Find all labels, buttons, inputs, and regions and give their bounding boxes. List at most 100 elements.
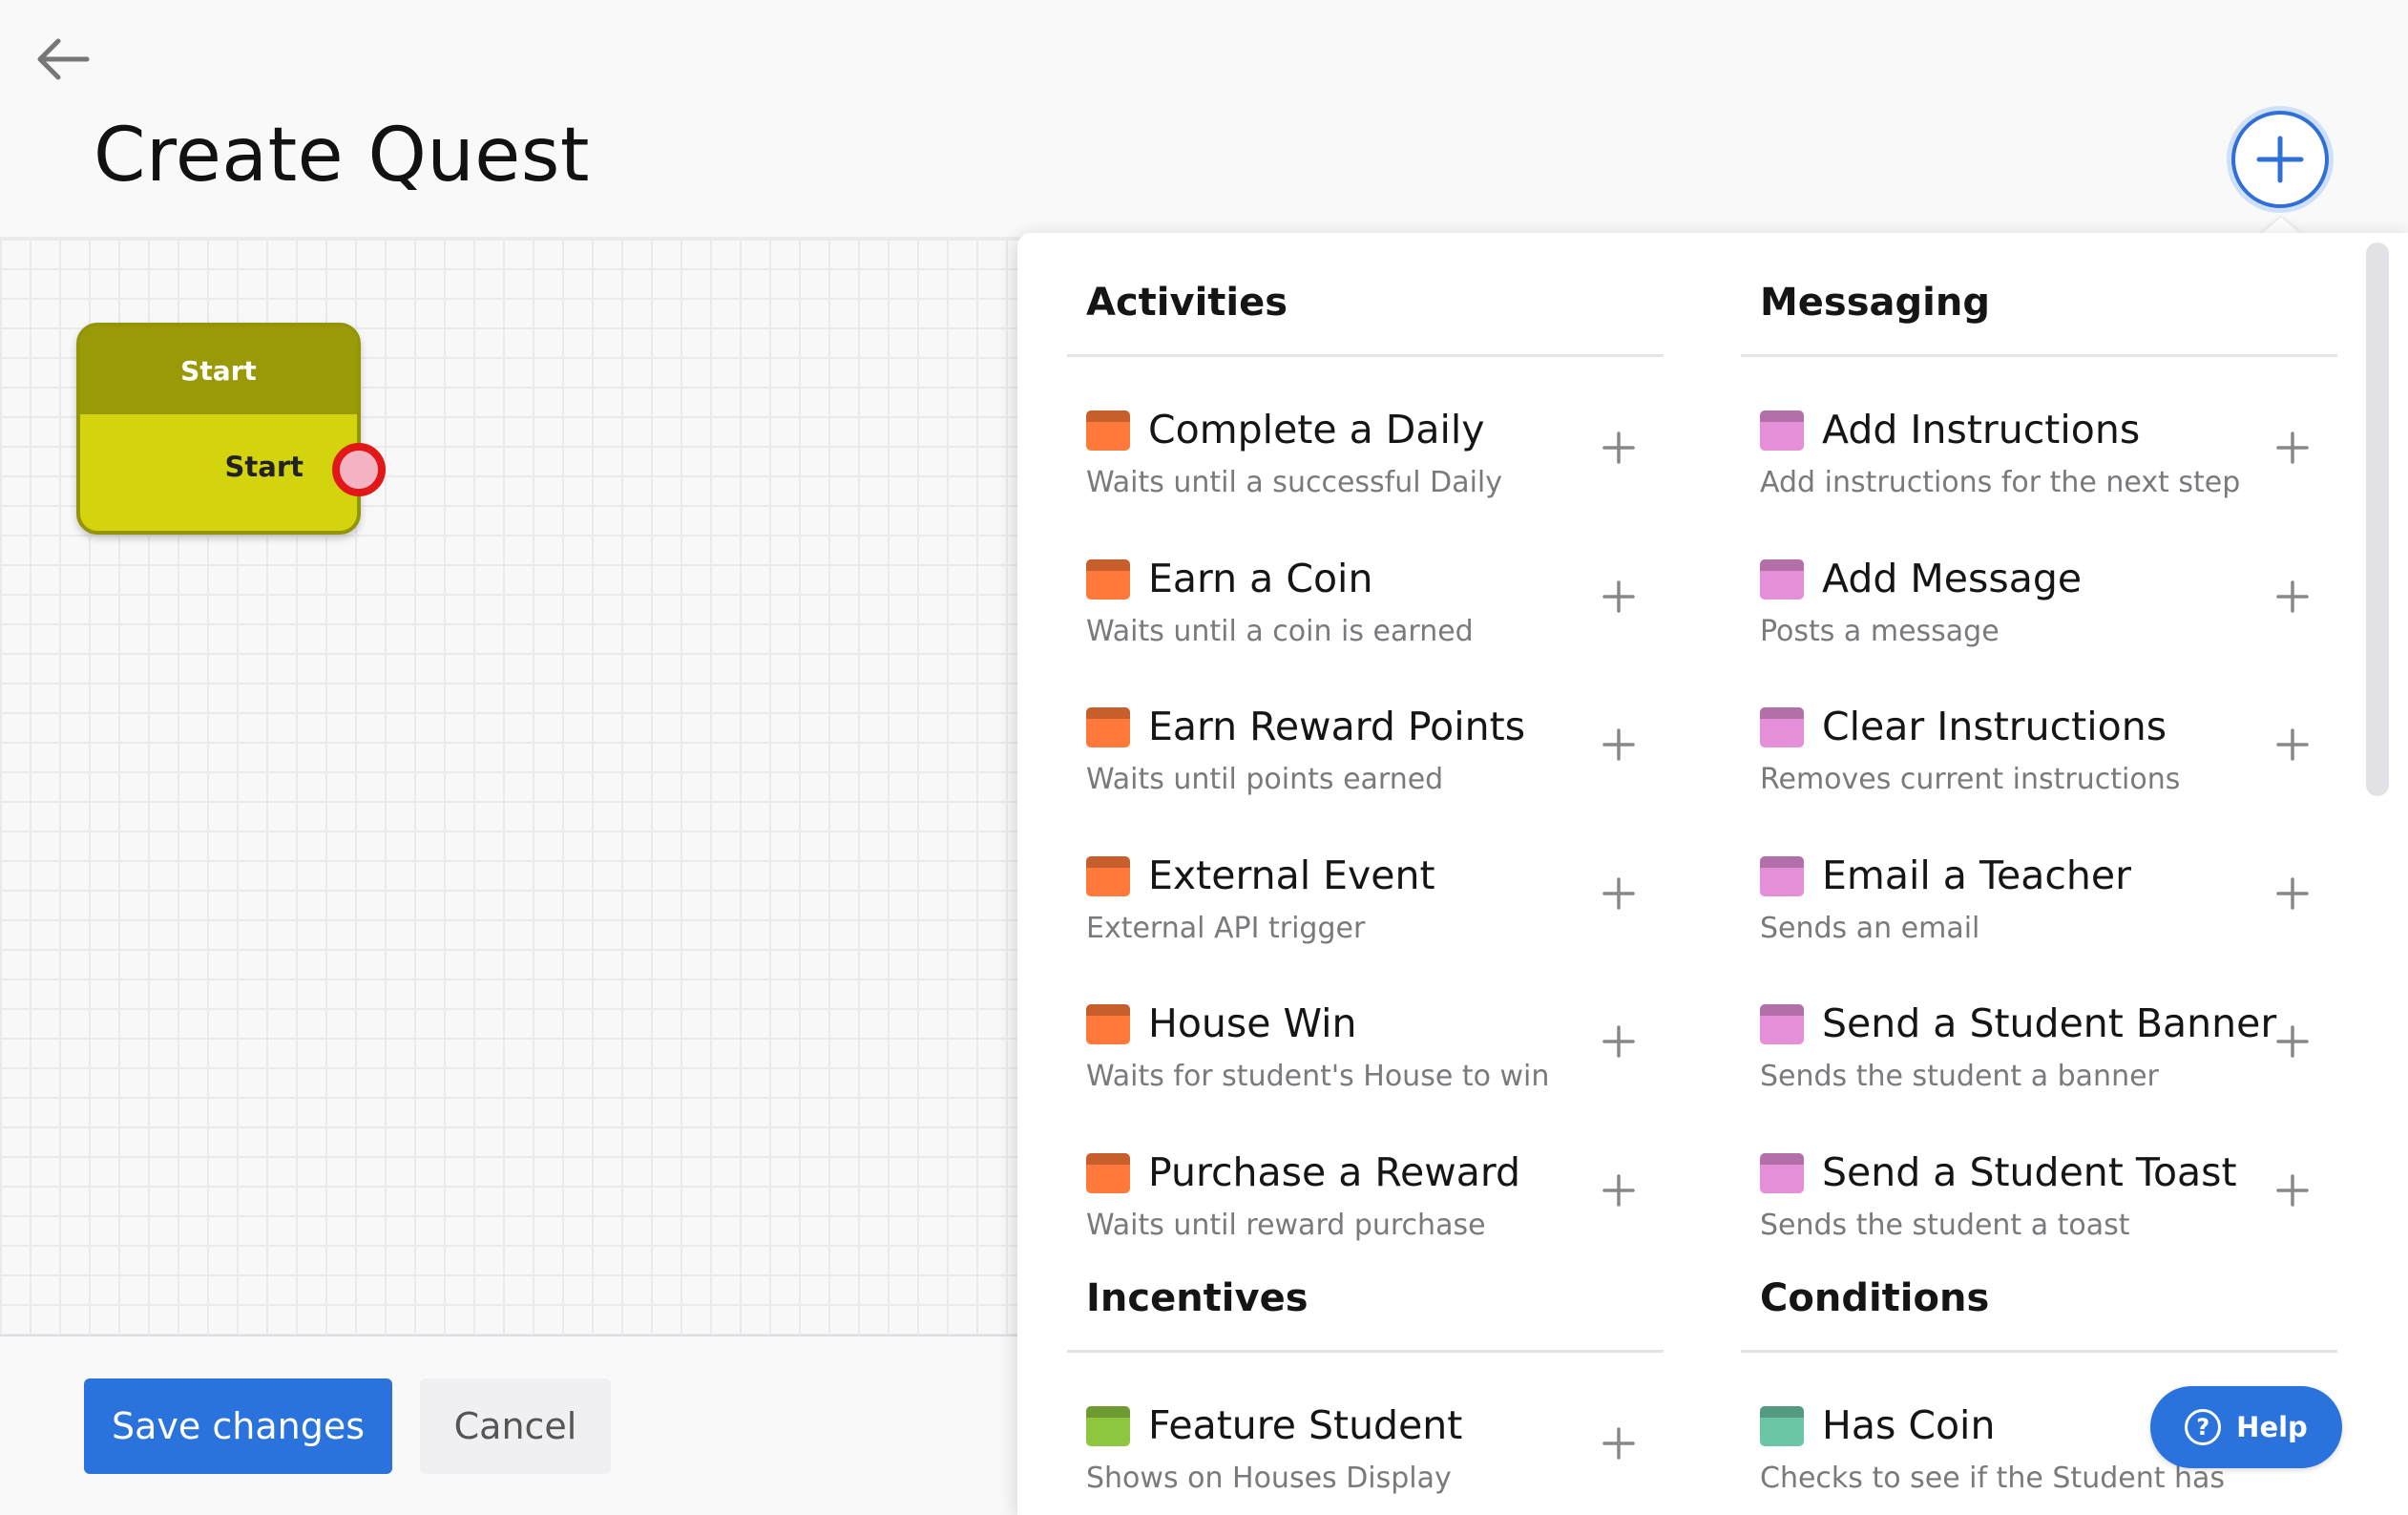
palette-item-title: Earn a Coin <box>1148 555 1373 601</box>
help-button[interactable]: ? Help <box>2150 1386 2342 1468</box>
palette-item[interactable]: External Event External API trigger <box>1067 803 1664 952</box>
add-item-button[interactable] <box>1593 719 1644 770</box>
palette-item-description: Add instructions for the next step <box>1760 466 2241 499</box>
palette-item[interactable]: Feature Student Shows on Houses Display <box>1067 1353 1664 1502</box>
category-header: Activities <box>1067 281 1664 357</box>
plus-icon <box>2276 876 2309 910</box>
node-palette-panel: Activities Complete a Daily Waits until a … <box>1017 233 2408 1515</box>
palette-item[interactable]: Send a Student Toast Sends the student a … <box>1741 1100 2337 1249</box>
plus-icon <box>2276 1025 2309 1058</box>
node-color-swatch-icon <box>1086 855 1130 896</box>
node-color-swatch-icon <box>1086 558 1130 600</box>
palette-item[interactable]: Earn Reward Points Waits until points ear… <box>1067 654 1664 803</box>
palette-item-title: Has Coin <box>1822 1402 1996 1448</box>
palette-item-title: Complete a Daily <box>1148 407 1485 452</box>
add-item-button[interactable] <box>1593 1016 1644 1067</box>
palette-item-description: External API trigger <box>1086 911 1366 945</box>
add-node-button[interactable] <box>2231 111 2329 208</box>
node-color-swatch-icon <box>1760 1152 1804 1193</box>
save-button[interactable]: Save changes <box>84 1378 392 1474</box>
cancel-button[interactable]: Cancel <box>420 1378 611 1474</box>
palette-item-title: External Event <box>1148 852 1435 898</box>
add-item-button[interactable] <box>2267 571 2318 622</box>
palette-item-description: Shows on Houses Display <box>1086 1462 1452 1495</box>
palette-item-description: Removes current instructions <box>1760 763 2181 796</box>
add-item-button[interactable] <box>1593 868 1644 919</box>
plus-icon <box>2276 431 2309 464</box>
palette-item[interactable]: Send a Student Banner Sends the student a… <box>1741 951 2337 1100</box>
help-label: Help <box>2236 1411 2308 1443</box>
palette-item-description: Waits until a successful Daily <box>1086 466 1503 499</box>
node-color-swatch-icon <box>1086 1004 1130 1044</box>
palette-item[interactable]: Purchase a Reward Waits until reward purc… <box>1067 1100 1664 1249</box>
plus-icon <box>2276 728 2309 761</box>
plus-icon <box>1602 876 1635 910</box>
add-item-button[interactable] <box>2267 719 2318 770</box>
palette-item[interactable]: Add Instructions Add instructions for the… <box>1741 357 2337 506</box>
question-icon: ? <box>2185 1409 2222 1445</box>
palette-item[interactable]: Clear Instructions Removes current instru… <box>1741 654 2337 803</box>
palette-item[interactable]: Earn a Coin Waits until a coin is earned <box>1067 506 1664 655</box>
node-color-swatch-icon <box>1086 1406 1130 1446</box>
palette-column-left: Activities Complete a Daily Waits until a … <box>1067 281 1664 1502</box>
start-node-output-port[interactable] <box>332 443 386 496</box>
palette-item-description: Posts a message <box>1760 614 2000 648</box>
add-item-button[interactable] <box>2267 1165 2318 1216</box>
start-node[interactable]: Start Start <box>76 323 386 535</box>
palette-item-description: Sends the student a toast <box>1760 1208 2130 1242</box>
node-color-swatch-icon <box>1086 707 1130 747</box>
add-item-button[interactable] <box>1593 1418 1644 1469</box>
palette-item-title: Clear Instructions <box>1822 704 2167 749</box>
plus-icon <box>1602 1427 1635 1460</box>
category-header: Incentives <box>1067 1276 1664 1353</box>
palette-item[interactable]: Email a Teacher Sends an email <box>1741 803 2337 952</box>
plus-icon <box>1602 1025 1635 1058</box>
palette-item-description: Waits for student's House to win <box>1086 1060 1550 1093</box>
plus-icon <box>2276 1173 2309 1207</box>
palette-item-title: Feature Student <box>1148 1402 1463 1448</box>
node-color-swatch-icon <box>1086 410 1130 451</box>
node-color-swatch-icon <box>1760 410 1804 451</box>
panel-scrollbar[interactable] <box>2366 242 2389 796</box>
palette-item-description: Waits until reward purchase <box>1086 1208 1486 1242</box>
palette-item-description: Waits until a coin is earned <box>1086 614 1474 648</box>
add-item-button[interactable] <box>1593 422 1644 473</box>
palette-item-title: Send a Student Banner <box>1822 1000 2277 1046</box>
palette-item-description: Checks to see if the Student has <box>1760 1462 2226 1495</box>
node-color-swatch-icon <box>1760 1406 1804 1446</box>
node-color-swatch-icon <box>1760 1004 1804 1044</box>
plus-icon <box>1602 728 1635 761</box>
palette-item[interactable]: Add Message Posts a message <box>1741 506 2337 655</box>
add-item-button[interactable] <box>2267 1016 2318 1067</box>
add-item-button[interactable] <box>2267 422 2318 473</box>
add-item-button[interactable] <box>1593 1165 1644 1216</box>
add-item-button[interactable] <box>1593 571 1644 622</box>
plus-icon <box>2256 136 2304 183</box>
node-color-swatch-icon <box>1760 855 1804 896</box>
palette-item[interactable]: Complete a Daily Waits until a successful… <box>1067 357 1664 506</box>
plus-icon <box>1602 431 1635 464</box>
add-item-button[interactable] <box>2267 868 2318 919</box>
category-header: Conditions <box>1741 1276 2337 1353</box>
plus-icon <box>1602 579 1635 613</box>
palette-item-description: Waits until points earned <box>1086 763 1444 796</box>
palette-item-title: Send a Student Toast <box>1822 1148 2237 1195</box>
plus-icon <box>2276 579 2309 613</box>
back-button[interactable] <box>29 29 95 90</box>
node-color-swatch-icon <box>1086 1152 1130 1193</box>
palette-item[interactable]: House Win Waits for student's House to wi… <box>1067 951 1664 1100</box>
palette-column-right: Messaging Add Instructions Add instruction… <box>1741 281 2337 1502</box>
arrow-left-icon <box>37 38 90 80</box>
category-header: Messaging <box>1741 281 2337 357</box>
palette-item-description: Sends the student a banner <box>1760 1060 2159 1093</box>
plus-icon <box>1602 1173 1635 1207</box>
palette-item-title: Add Instructions <box>1822 407 2141 452</box>
page-title: Create Quest <box>94 113 591 199</box>
start-node-title: Start <box>80 326 357 414</box>
node-color-swatch-icon <box>1760 707 1804 747</box>
node-color-swatch-icon <box>1760 558 1804 600</box>
palette-item-title: Earn Reward Points <box>1148 704 1526 749</box>
palette-item-title: Email a Teacher <box>1822 852 2131 898</box>
